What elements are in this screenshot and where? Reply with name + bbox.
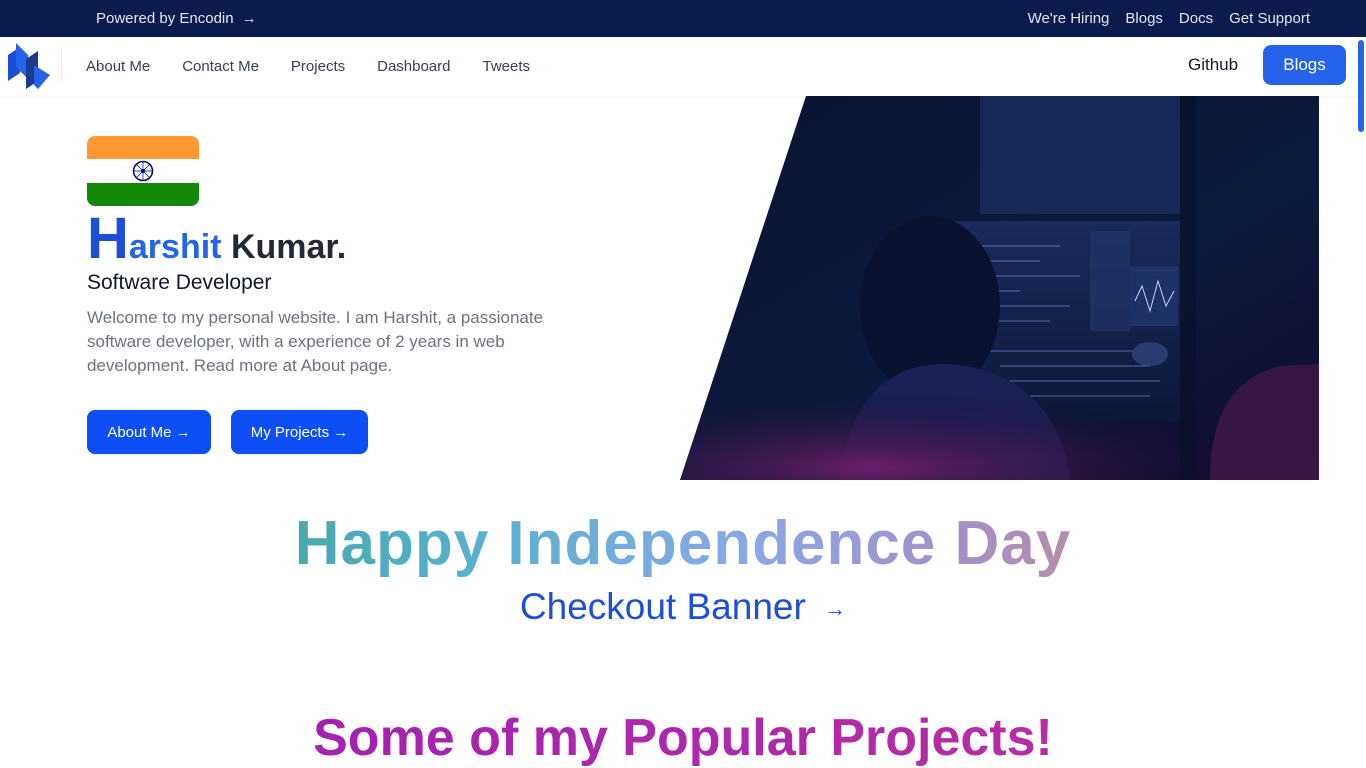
nav-item-about[interactable]: About Me <box>86 58 150 75</box>
site-logo[interactable] <box>6 41 52 91</box>
blogs-button[interactable]: Blogs <box>1263 45 1346 85</box>
my-projects-button[interactable]: My Projects → <box>231 410 368 454</box>
ashoka-chakra-icon <box>132 160 154 182</box>
topbar-link-docs[interactable]: Docs <box>1179 10 1213 27</box>
hero-intro: Welcome to my personal website. I am Har… <box>87 308 544 375</box>
checkout-banner-link[interactable]: Checkout Banner → <box>0 586 1366 628</box>
powered-by-label[interactable]: Powered by Encodin <box>96 10 234 27</box>
topbar-link-hiring[interactable]: We're Hiring <box>1028 10 1110 27</box>
name-initial: H <box>87 206 129 271</box>
independence-day-heading: Happy Independence Day <box>0 508 1366 579</box>
arrow-right-icon: → <box>824 596 847 622</box>
hero-role: Software Developer <box>87 271 272 294</box>
name-first: arshit <box>128 228 222 266</box>
topbar-link-blogs[interactable]: Blogs <box>1125 10 1163 27</box>
nav-item-projects[interactable]: Projects <box>291 58 345 75</box>
top-links: We're Hiring Blogs Docs Get Support <box>1028 10 1310 27</box>
hero-name: Harshit Kumar. <box>87 210 346 268</box>
top-bar: Powered by Encodin → We're Hiring Blogs … <box>0 0 1366 37</box>
checkout-banner-label[interactable]: Checkout Banner <box>520 586 806 627</box>
arrow-right-icon: → <box>241 10 257 27</box>
nav-item-contact[interactable]: Contact Me <box>182 58 259 75</box>
topbar-link-support[interactable]: Get Support <box>1229 10 1310 27</box>
popular-projects-heading: Some of my Popular Projects! <box>0 708 1366 768</box>
scrollbar-thumb[interactable] <box>1358 40 1364 132</box>
nav-links: About Me Contact Me Projects Dashboard T… <box>86 58 530 75</box>
powered-by-link[interactable]: Powered by Encodin → <box>96 10 257 27</box>
nav-item-tweets[interactable]: Tweets <box>483 58 531 75</box>
nav-item-dashboard[interactable]: Dashboard <box>377 58 450 75</box>
logo-divider <box>61 47 62 81</box>
main-nav: About Me Contact Me Projects Dashboard T… <box>0 37 1366 96</box>
name-last: Kumar. <box>230 228 347 266</box>
github-link[interactable]: Github <box>1188 55 1238 75</box>
about-me-button[interactable]: About Me → <box>87 410 211 454</box>
india-flag-icon <box>87 136 199 206</box>
hero-developer-image <box>680 96 1319 480</box>
